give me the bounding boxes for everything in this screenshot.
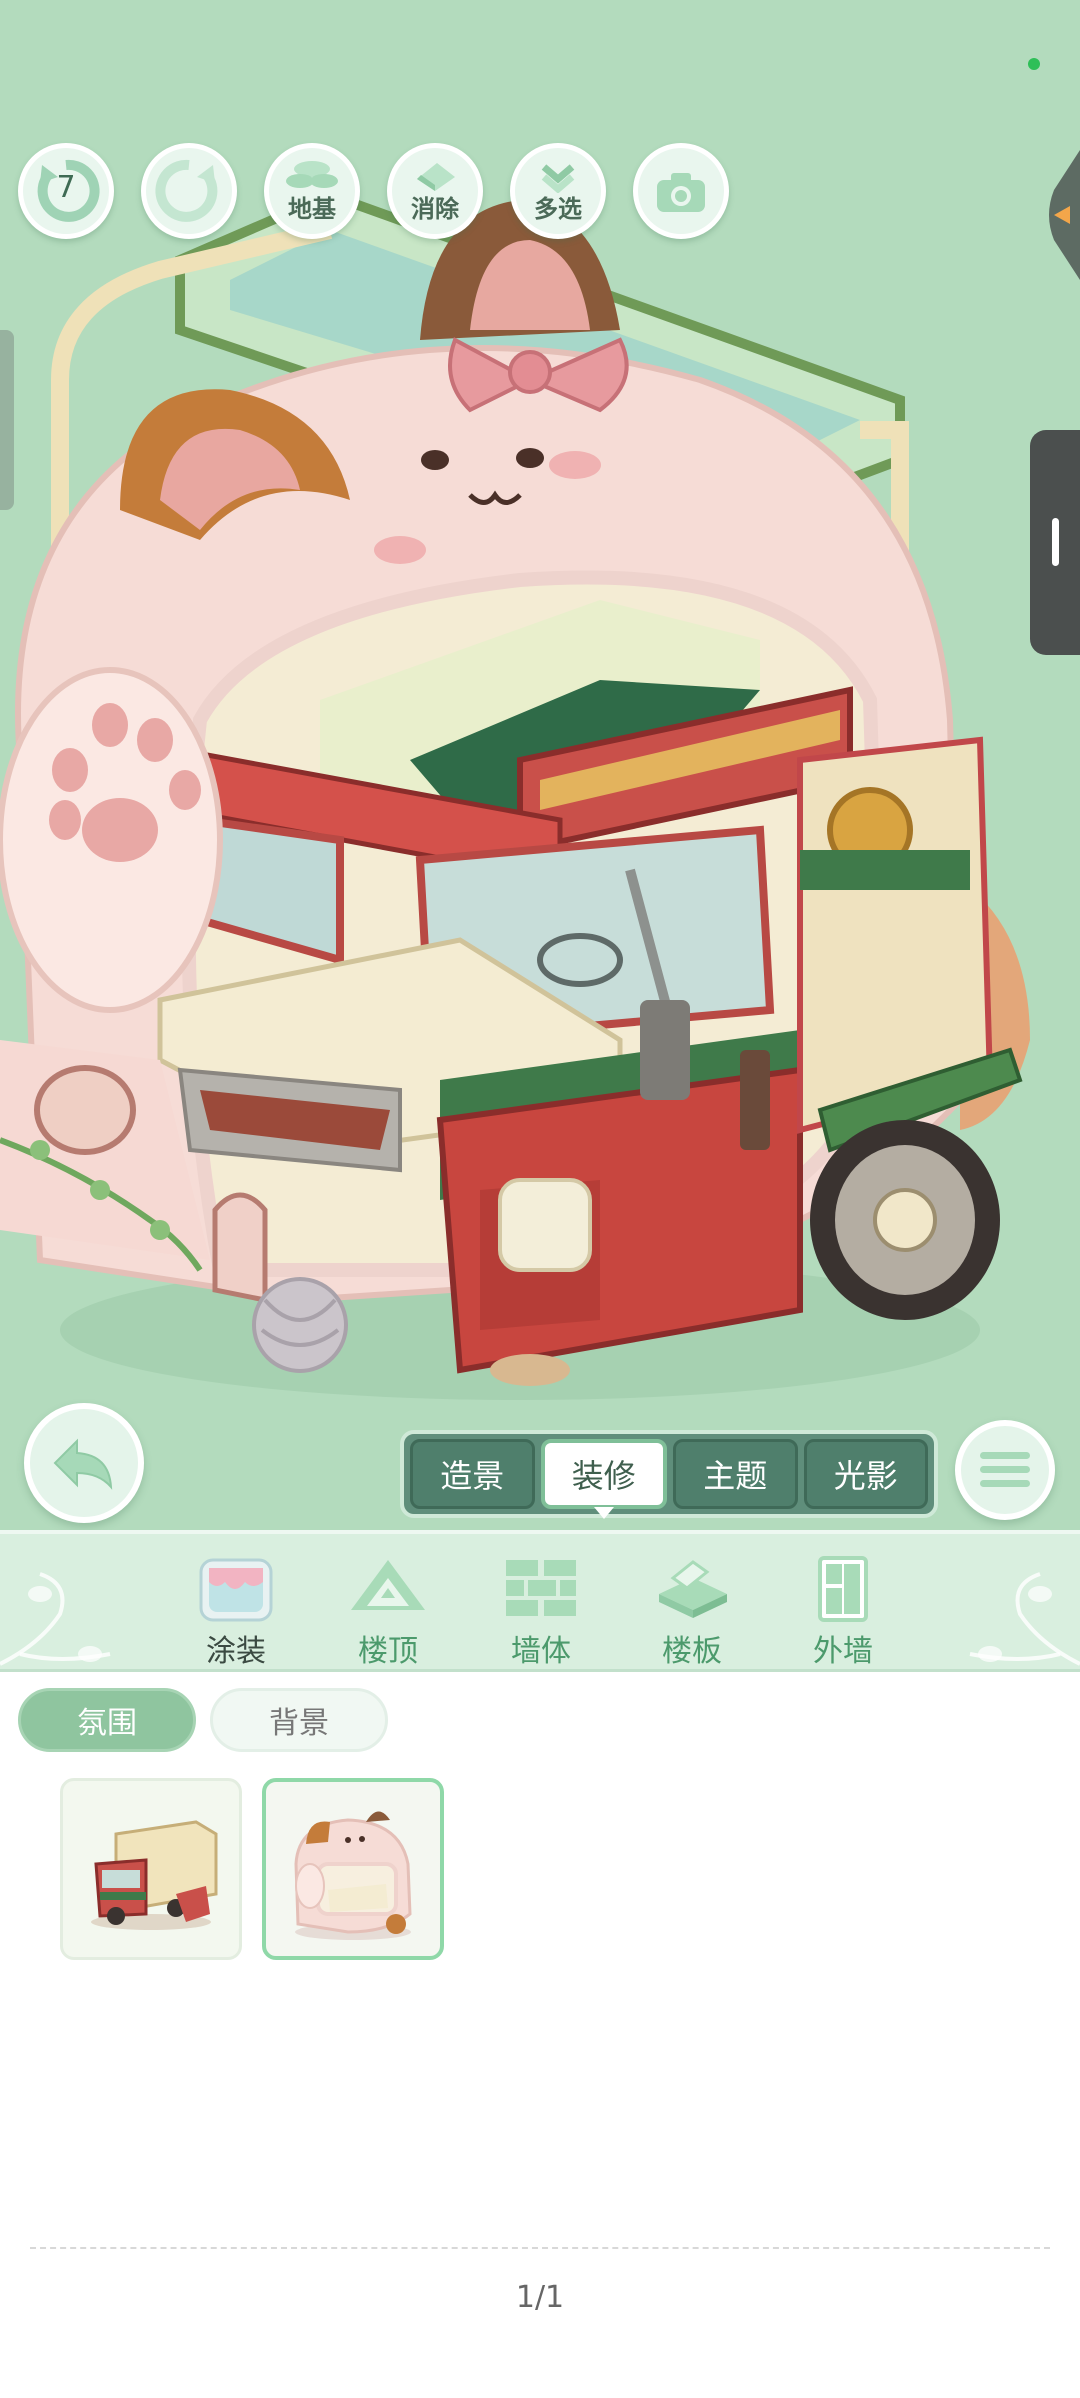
item-cat-house[interactable] <box>262 1778 444 1960</box>
tab-decorate[interactable]: 装修 <box>540 1439 667 1519</box>
category-exterior-wall[interactable]: 外墙 <box>783 1554 903 1669</box>
tab-scenery[interactable]: 造景 <box>410 1439 535 1509</box>
tab-theme[interactable]: 主题 <box>673 1439 798 1509</box>
category-paint-label: 涂装 <box>206 1634 266 1669</box>
paint-bucket-icon <box>199 1558 273 1622</box>
category-roof-label: 楼顶 <box>358 1634 418 1669</box>
category-floor-label: 楼板 <box>662 1634 722 1669</box>
list-divider <box>30 2247 1050 2249</box>
undo-button[interactable]: 7 <box>18 143 114 239</box>
category-roof[interactable]: 楼顶 <box>328 1554 448 1669</box>
category-paint[interactable]: 涂装 <box>176 1554 296 1669</box>
category-wall-label: 墙体 <box>511 1634 571 1669</box>
camera-icon <box>657 173 705 212</box>
menu-button[interactable] <box>955 1420 1055 1520</box>
item-truck-house[interactable] <box>60 1778 242 1960</box>
multiselect-button[interactable]: 多选 <box>510 143 606 239</box>
eraser-icon <box>417 162 455 191</box>
back-arrow-icon <box>53 1438 113 1490</box>
foundation-button[interactable]: 地基 <box>264 143 360 239</box>
redo-icon <box>155 159 218 222</box>
drag-grip-icon <box>1052 518 1059 566</box>
mode-tab-bar: 造景 装修 主题 光影 <box>400 1430 938 1519</box>
floor-slab-icon <box>659 1560 727 1618</box>
foundation-label: 地基 <box>288 194 336 223</box>
page-indicator: 1/1 <box>515 2280 565 2315</box>
building-scene[interactable]: 7 地基 消除 多选 造景 装修 主题 光影 <box>0 0 1080 1530</box>
exterior-wall-icon <box>818 1556 868 1622</box>
cat-house-thumbnail <box>294 1811 412 1940</box>
truck-house-thumbnail <box>91 1820 218 1930</box>
multiselect-label: 多选 <box>534 194 582 223</box>
back-button[interactable] <box>24 1403 144 1523</box>
category-exterior-wall-label: 外墙 <box>813 1634 873 1669</box>
roof-icon <box>351 1560 425 1610</box>
collapse-panel-arrow[interactable] <box>1040 150 1080 280</box>
vine-decoration-left <box>0 1572 111 1666</box>
category-floor[interactable]: 楼板 <box>632 1554 752 1669</box>
vine-decoration-right <box>969 1572 1080 1666</box>
erase-button[interactable]: 消除 <box>387 143 483 239</box>
undo-count: 7 <box>56 170 76 205</box>
brick-wall-icon <box>506 1560 576 1616</box>
redo-button[interactable] <box>141 143 237 239</box>
status-indicator <box>1028 58 1040 70</box>
multiselect-icon <box>541 163 575 193</box>
side-drawer-handle[interactable] <box>1030 430 1080 655</box>
filter-atmosphere[interactable]: 氛围 <box>18 1688 196 1752</box>
menu-icon <box>980 1452 1030 1487</box>
erase-label: 消除 <box>411 194 459 223</box>
foundation-icon <box>286 160 338 188</box>
category-bar: 涂装 楼顶 墙体 楼板 外墙 <box>0 1530 1080 1672</box>
camera-button[interactable] <box>633 143 729 239</box>
filter-background[interactable]: 背景 <box>210 1688 388 1752</box>
game-screen: 7 地基 消除 多选 造景 装修 主题 光影 涂装 楼顶 墙体 楼板 外墙 氛围… <box>0 0 1080 2398</box>
left-edge-tab[interactable] <box>0 330 14 510</box>
category-wall[interactable]: 墙体 <box>481 1554 601 1669</box>
tab-lighting[interactable]: 光影 <box>803 1439 928 1509</box>
